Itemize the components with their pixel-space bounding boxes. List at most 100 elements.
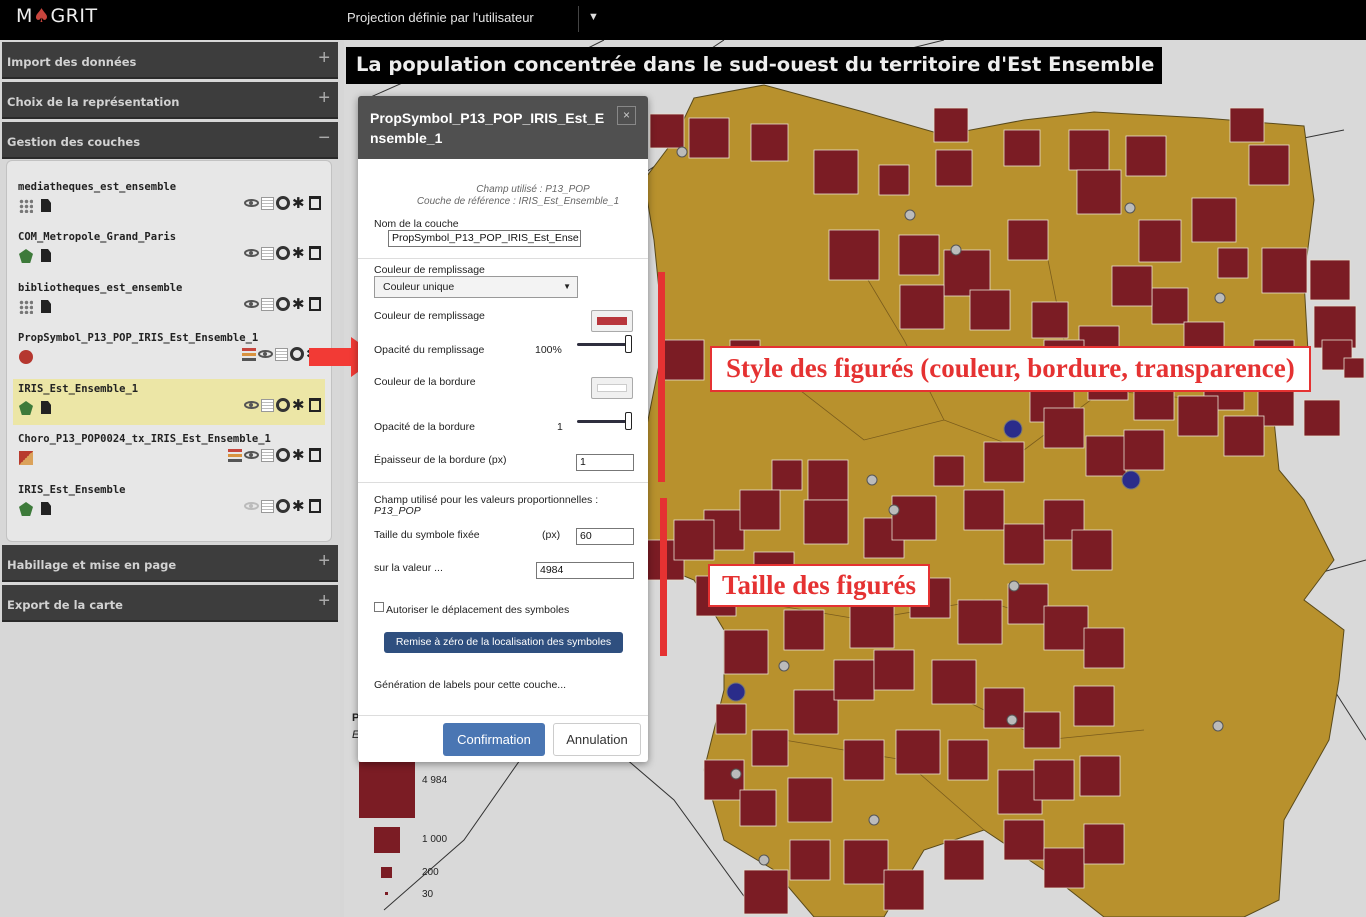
layer-item[interactable]: Choro_P13_POP0024_tx_IRIS_Est_Ensemble_1…	[13, 429, 325, 475]
prop-symbol-square[interactable]	[1123, 429, 1165, 471]
mediatheque-marker[interactable]	[1121, 470, 1141, 490]
slider-handle[interactable]	[625, 412, 632, 430]
prop-symbol-square[interactable]	[750, 123, 789, 162]
prop-symbol-square[interactable]	[1217, 247, 1249, 279]
prop-symbol-square[interactable]	[931, 659, 977, 705]
library-marker[interactable]	[866, 474, 878, 486]
prop-symbol-square[interactable]	[969, 289, 1011, 331]
prop-symbol-square[interactable]	[1303, 399, 1341, 437]
library-marker[interactable]	[778, 660, 790, 672]
prop-symbol-square[interactable]	[1085, 435, 1127, 477]
library-marker[interactable]	[676, 146, 688, 158]
prop-symbol-square[interactable]	[1003, 523, 1045, 565]
trash-icon[interactable]	[309, 448, 321, 462]
prop-symbol-square[interactable]	[715, 703, 747, 735]
fixed-size-input[interactable]: 60	[576, 528, 634, 545]
prop-symbol-square[interactable]	[751, 729, 789, 767]
gear-icon[interactable]: ✱	[292, 246, 307, 261]
gear-icon[interactable]: ✱	[292, 448, 307, 463]
layer-item[interactable]: bibliotheques_est_ensemble ✱	[13, 278, 325, 324]
prop-symbol-square[interactable]	[943, 249, 991, 297]
prop-symbol-square[interactable]	[1138, 219, 1182, 263]
border-color-picker[interactable]	[591, 377, 633, 399]
plus-icon[interactable]: +	[318, 551, 330, 571]
prop-symbol-square[interactable]	[649, 113, 685, 149]
table-icon[interactable]	[261, 297, 274, 311]
prop-symbol-square[interactable]	[1191, 197, 1237, 243]
labels-generation-link[interactable]: Génération de labels pour cette couche..…	[374, 679, 566, 691]
prop-symbol-square[interactable]	[873, 649, 915, 691]
mediatheque-marker[interactable]	[726, 682, 746, 702]
prop-symbol-square[interactable]	[1003, 129, 1041, 167]
zoom-to-layer-icon[interactable]	[276, 246, 290, 260]
table-icon[interactable]	[261, 246, 274, 260]
prop-symbol-square[interactable]	[883, 869, 925, 911]
reset-symbols-button[interactable]: Remise à zéro de la localisation des sym…	[384, 632, 623, 653]
prop-symbol-square[interactable]	[1343, 357, 1365, 379]
prop-symbol-square[interactable]	[807, 459, 849, 501]
library-marker[interactable]	[758, 854, 770, 866]
library-marker[interactable]	[730, 768, 742, 780]
section-layers[interactable]: Gestion des couches −	[2, 122, 338, 159]
visibility-eye-icon[interactable]	[244, 249, 259, 257]
visibility-eye-icon[interactable]	[244, 199, 259, 207]
prop-symbol-square[interactable]	[843, 839, 889, 885]
library-marker[interactable]	[868, 814, 880, 826]
library-marker[interactable]	[1214, 292, 1226, 304]
fill-color-picker[interactable]	[591, 310, 633, 332]
prop-symbol-square[interactable]	[1043, 407, 1085, 449]
table-icon[interactable]	[261, 398, 274, 412]
slider-handle[interactable]	[625, 335, 632, 353]
prop-symbol-square[interactable]	[1003, 819, 1045, 861]
prop-symbol-square[interactable]	[899, 284, 945, 330]
prop-symbol-square[interactable]	[1007, 219, 1049, 261]
border-width-input[interactable]: 1	[576, 454, 634, 471]
visibility-eye-icon[interactable]	[258, 350, 273, 358]
prop-symbol-square[interactable]	[843, 739, 885, 781]
gear-icon[interactable]: ✱	[292, 398, 307, 413]
trash-icon[interactable]	[309, 499, 321, 513]
prop-symbol-square[interactable]	[663, 339, 705, 381]
layer-item-selected[interactable]: IRIS_Est_Ensemble_1 ✱	[13, 379, 325, 425]
library-marker[interactable]	[904, 209, 916, 221]
zoom-to-layer-icon[interactable]	[276, 499, 290, 513]
prop-symbol-square[interactable]	[895, 729, 941, 775]
prop-symbol-square[interactable]	[957, 599, 1003, 645]
table-icon[interactable]	[261, 499, 274, 513]
prop-symbol-square[interactable]	[933, 455, 965, 487]
prop-symbol-square[interactable]	[983, 687, 1025, 729]
prop-symbol-square[interactable]	[739, 789, 777, 827]
prop-symbol-square[interactable]	[1248, 144, 1290, 186]
section-representation[interactable]: Choix de la représentation +	[2, 82, 338, 119]
table-icon[interactable]	[261, 196, 274, 210]
prop-symbol-square[interactable]	[1083, 823, 1125, 865]
prop-symbol-square[interactable]	[688, 117, 730, 159]
visibility-eye-icon[interactable]	[244, 401, 259, 409]
prop-symbol-square[interactable]	[943, 839, 985, 881]
prop-symbol-square[interactable]	[1076, 169, 1122, 215]
prop-symbol-square[interactable]	[813, 149, 859, 195]
prop-symbol-square[interactable]	[878, 164, 910, 196]
visibility-eye-icon[interactable]	[244, 451, 259, 459]
prop-symbol-square[interactable]	[1023, 711, 1061, 749]
library-marker[interactable]	[950, 244, 962, 256]
prop-symbol-square[interactable]	[828, 229, 880, 281]
layer-item[interactable]: COM_Metropole_Grand_Paris ✱	[13, 227, 325, 273]
layer-item[interactable]: mediatheques_est_ensemble ✱	[13, 177, 325, 223]
prop-symbol-square[interactable]	[1309, 259, 1351, 301]
chevron-down-icon[interactable]: ▼	[588, 11, 599, 23]
prop-symbol-square[interactable]	[983, 441, 1025, 483]
layer-item[interactable]: PropSymbol_P13_POP_IRIS_Est_Ensemble_1 ✱	[13, 328, 325, 374]
confirm-button[interactable]: Confirmation	[443, 723, 545, 756]
prop-symbol-square[interactable]	[1031, 301, 1069, 339]
prop-symbol-square[interactable]	[703, 759, 745, 801]
trash-icon[interactable]	[309, 398, 321, 412]
trash-icon[interactable]	[309, 196, 321, 210]
prop-symbol-square[interactable]	[787, 777, 833, 823]
section-export[interactable]: Export de la carte +	[2, 585, 338, 622]
gear-icon[interactable]: ✱	[292, 196, 307, 211]
allow-move-label[interactable]: Autoriser le déplacement des symboles	[386, 604, 569, 616]
prop-symbol-square[interactable]	[789, 839, 831, 881]
prop-symbol-square[interactable]	[1079, 755, 1121, 797]
minus-icon[interactable]: −	[318, 128, 330, 148]
